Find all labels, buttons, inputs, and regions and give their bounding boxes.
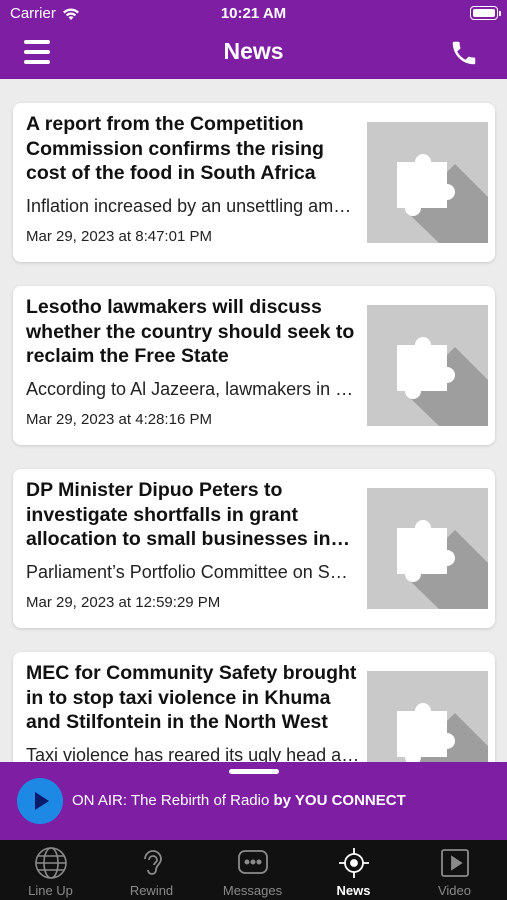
tab-bar: Line Up Rewind Messages News Video — [0, 840, 507, 900]
tab-line-up[interactable]: Line Up — [0, 840, 101, 900]
tab-video[interactable]: Video — [404, 840, 505, 900]
nav-bar: News — [0, 28, 507, 79]
placeholder-image — [367, 305, 488, 426]
news-card-title: Lesotho lawmakers will discuss whether t… — [26, 296, 355, 367]
status-time: 10:21 AM — [220, 5, 287, 22]
news-card-date: Mar 29, 2023 at 8:47:01 PM — [26, 228, 212, 245]
news-card-text: Lesotho lawmakers will discuss whether t… — [26, 295, 361, 428]
tab-label: Line Up — [28, 883, 73, 898]
news-feed[interactable]: A report from the Competition Commission… — [0, 79, 507, 762]
tab-label: News — [336, 883, 371, 898]
puzzle-piece-icon — [397, 703, 488, 762]
globe-icon — [35, 847, 67, 879]
video-play-icon — [441, 849, 469, 877]
drag-handle[interactable] — [229, 769, 279, 774]
news-card[interactable]: A report from the Competition Commission… — [13, 103, 495, 262]
phone-icon — [452, 41, 476, 65]
tab-label: Video — [437, 883, 471, 898]
tab-rewind[interactable]: Rewind — [101, 840, 202, 900]
news-card-date: Mar 29, 2023 at 12:59:29 PM — [26, 594, 221, 611]
news-card-text: A report from the Competition Commission… — [26, 112, 361, 245]
placeholder-image — [367, 671, 488, 762]
placeholder-image — [367, 488, 488, 609]
news-card-title: DP Minister Dipuo Peters to investigate … — [26, 479, 331, 550]
news-card[interactable]: Lesotho lawmakers will discuss whether t… — [13, 286, 495, 445]
status-bar: Carrier 10:21 AM — [0, 0, 507, 28]
ear-icon — [144, 850, 162, 875]
on-air-label: ON AIR: The Rebirth of Radio — [72, 792, 270, 809]
news-card-date: Mar 29, 2023 at 4:28:16 PM — [26, 411, 212, 428]
mini-player[interactable]: ON AIR: The Rebirth of Radio by YOU CONN… — [0, 762, 507, 840]
page-title: News — [223, 38, 284, 64]
news-card-title: MEC for Community Safety brought in to s… — [26, 662, 357, 733]
news-card-title: A report from the Competition Commission… — [26, 113, 324, 184]
news-card-text: MEC for Community Safety brought in to s… — [26, 661, 361, 762]
battery-icon — [470, 6, 501, 20]
news-card-summary: Taxi violence has reared its ugly head a… — [26, 745, 361, 762]
call-button[interactable] — [449, 38, 479, 68]
play-button[interactable] — [17, 778, 63, 824]
news-card-summary: Inflation increased by an unsettling amo… — [26, 196, 361, 216]
puzzle-piece-icon — [397, 337, 488, 426]
puzzle-piece-icon — [397, 154, 488, 243]
tab-label: Messages — [222, 883, 283, 898]
news-card-summary: Parliament’s Portfolio Committee on Smal… — [26, 562, 361, 582]
station-label: by YOU CONNECT — [273, 792, 406, 809]
tab-label: Rewind — [129, 883, 174, 898]
news-card-text: DP Minister Dipuo Peters to investigate … — [26, 478, 361, 611]
news-compass-icon — [339, 848, 369, 878]
news-card[interactable]: DP Minister Dipuo Peters to investigate … — [13, 469, 495, 628]
app-header: Carrier 10:21 AM News — [0, 0, 507, 79]
tab-messages[interactable]: Messages — [202, 840, 303, 900]
news-card-summary: According to Al Jazeera, lawmakers in Le… — [26, 379, 361, 399]
news-card[interactable]: MEC for Community Safety brought in to s… — [13, 652, 495, 762]
chat-bubble-icon — [238, 850, 268, 874]
placeholder-image — [367, 122, 488, 243]
now-playing-text: ON AIR: The Rebirth of Radio by YOU CONN… — [72, 792, 406, 809]
tab-news[interactable]: News — [303, 840, 404, 900]
puzzle-piece-icon — [397, 520, 488, 609]
